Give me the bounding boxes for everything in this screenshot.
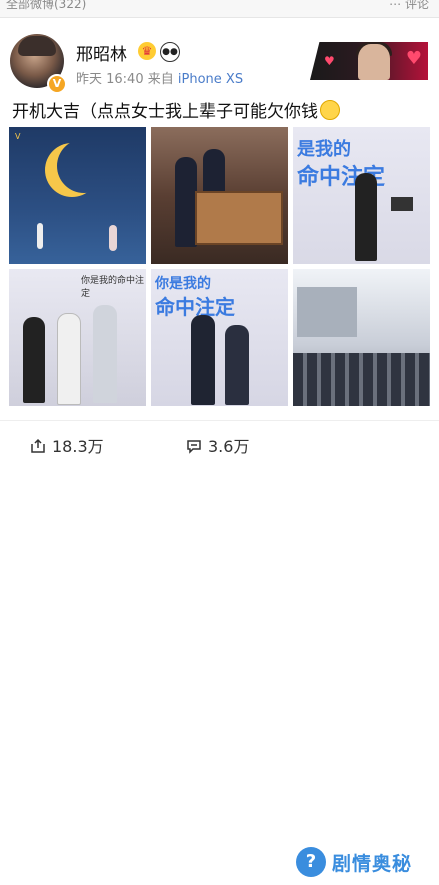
avatar-hair	[18, 36, 56, 56]
source-prefix: 来自	[147, 72, 174, 87]
laughing-emoji-icon	[320, 100, 340, 120]
site-watermark: ? 剧情奥秘	[296, 845, 432, 885]
figure	[57, 313, 81, 405]
tile-title: 你是我的	[155, 276, 211, 292]
verified-badge-icon: V	[47, 74, 67, 94]
image-tile-3[interactable]: 是我的 命中注定	[293, 127, 430, 264]
post-header: V 邢昭林 ♛ ●● 昨天 16:40 来自 iPhone XS ♥ ♥	[0, 20, 439, 100]
source-device[interactable]: iPhone XS	[178, 72, 243, 87]
figure	[191, 315, 215, 405]
moon-icon	[57, 139, 111, 193]
top-bar: 全部微博(322) ⋯ 评论	[0, 0, 439, 18]
image-tile-6[interactable]	[293, 269, 430, 406]
figure	[175, 157, 197, 247]
tile-logo: 你是我的命中注定	[81, 276, 145, 299]
building	[297, 287, 357, 337]
image-tile-2[interactable]	[151, 127, 288, 264]
image-tile-5[interactable]: 你是我的 命中注定	[151, 269, 288, 406]
camera	[391, 197, 413, 211]
top-right-text[interactable]: ⋯ 评论	[389, 0, 429, 11]
post-text: 开机大吉（点点女士我上辈子可能欠你钱	[12, 97, 340, 122]
comment-button[interactable]: 3.6万	[186, 433, 249, 457]
tile-title: 是我的	[297, 139, 351, 160]
figure	[109, 225, 117, 251]
post-body: 开机大吉（点点女士我上辈子可能欠你钱	[12, 102, 318, 122]
heart-icon: ♥	[405, 48, 422, 69]
figure	[225, 325, 249, 405]
post-time: 昨天 16:40	[76, 72, 144, 87]
profile-banner[interactable]: ♥ ♥	[310, 42, 428, 80]
figure	[355, 173, 377, 261]
figure	[23, 317, 45, 403]
figure	[93, 305, 117, 403]
piano	[195, 191, 283, 245]
heart-icon: ♥	[324, 54, 335, 68]
comment-count: 3.6万	[208, 437, 250, 456]
crowd	[293, 353, 430, 406]
watermark-logo-icon: ?	[296, 847, 326, 877]
all-weibo-count[interactable]: 全部微博(322)	[6, 0, 86, 11]
watermark-text: 剧情奥秘	[332, 853, 413, 875]
image-tile-4[interactable]: 你是我的命中注定	[9, 269, 146, 406]
banner-face	[358, 44, 390, 80]
comment-icon	[187, 440, 201, 454]
share-button[interactable]: 18.3万	[30, 433, 104, 457]
figure	[37, 223, 43, 249]
action-bar: 18.3万 3.6万 ? 剧情奥秘	[0, 420, 439, 877]
crown-icon[interactable]: ♛	[138, 42, 156, 60]
post-meta: 昨天 16:40 来自 iPhone XS	[76, 68, 243, 87]
share-icon	[31, 438, 45, 453]
tencent-logo-icon: V	[15, 132, 21, 141]
image-tile-1[interactable]: V	[9, 127, 146, 264]
panda-icon[interactable]: ●●	[160, 42, 180, 62]
author-name[interactable]: 邢昭林	[76, 40, 127, 65]
share-count: 18.3万	[52, 437, 104, 456]
